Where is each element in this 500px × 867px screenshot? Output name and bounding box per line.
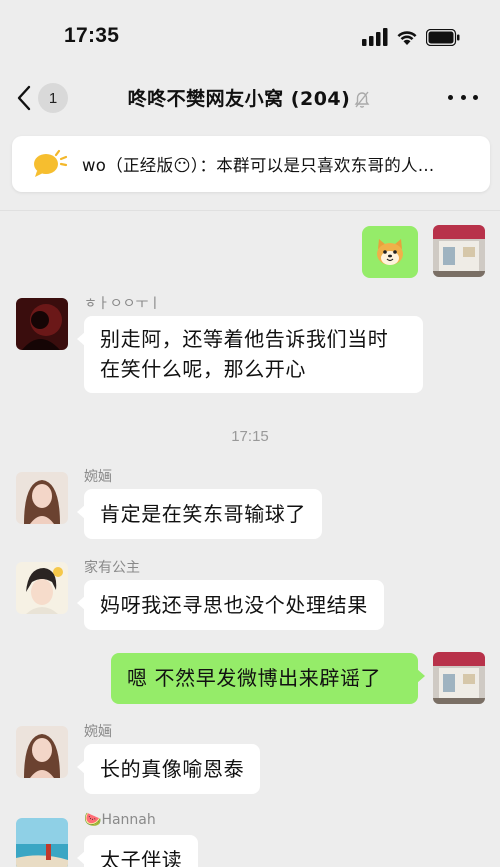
message-bubble[interactable]: 肯定是在笑东哥输球了 <box>77 489 322 539</box>
chat-title-text: 咚咚不樊网友小窝 (204) <box>127 88 351 110</box>
self-avatar[interactable] <box>433 225 485 277</box>
status-bar: 17:35 <box>0 0 500 70</box>
message-text-line: 在笑什么呢，那么开心 <box>100 357 306 381</box>
message-bubble[interactable]: 别走阿，还等着他告诉我们当时 在笑什么呢，那么开心 <box>77 316 423 393</box>
header-separator <box>0 210 500 211</box>
announcement-icon <box>34 149 68 177</box>
shop-photo-avatar-icon <box>433 225 485 277</box>
watermelon-icon: 🍉 <box>84 812 102 828</box>
beach-photo-avatar-icon <box>16 818 68 867</box>
sticker-bubble[interactable] <box>362 226 418 278</box>
woman-portrait-avatar-icon <box>16 726 68 778</box>
message-text-line: 别走阿，还等着他告诉我们当时 <box>100 327 389 351</box>
message-bubble[interactable]: 妈呀我还寻思也没个处理结果 <box>77 580 384 630</box>
chat-header: 1 咚咚不樊网友小窝 (204) <box>0 70 500 126</box>
woman-portrait-avatar-icon <box>16 472 68 524</box>
wifi-icon <box>397 30 417 45</box>
shiba-dog-sticker-icon <box>377 239 403 265</box>
signal-icon <box>362 28 388 46</box>
sender-name: 婉婳 <box>84 724 112 740</box>
chat-title: 咚咚不樊网友小窝 (204) <box>0 84 500 111</box>
battery-icon <box>426 28 460 46</box>
member-avatar[interactable] <box>16 818 68 867</box>
more-dot-icon <box>448 94 453 100</box>
sender-name: 家有公主 <box>84 560 140 576</box>
timestamp: 17:15 <box>231 428 269 445</box>
more-dot-icon <box>473 94 478 100</box>
silhouette-avatar-icon <box>16 298 68 350</box>
sender-name: 婉婳 <box>84 469 112 485</box>
member-avatar[interactable] <box>16 726 68 778</box>
member-avatar[interactable] <box>16 562 68 614</box>
self-avatar[interactable] <box>433 652 485 704</box>
sender-name-text: Hannah <box>101 812 156 828</box>
pinned-announcement[interactable]: wo（正经版😶）：本群可以是只喜欢东哥的人... <box>12 136 490 192</box>
status-icons <box>362 26 460 48</box>
shop-photo-avatar-icon <box>433 652 485 704</box>
message-bubble[interactable]: 长的真像喻恩泰 <box>76 744 261 794</box>
more-options-button[interactable] <box>448 84 478 110</box>
cartoon-prince-avatar-icon <box>16 562 68 614</box>
member-avatar[interactable] <box>16 298 68 350</box>
message-bubble[interactable]: 嗯 不然早发微博出来辟谣了 <box>111 653 425 704</box>
sender-name: ㅎㅏㅇㅇㅜㅣ <box>84 296 162 312</box>
sender-name: 🍉Hannah <box>84 812 156 828</box>
announcement-text: wo（正经版😶）：本群可以是只喜欢东哥的人... <box>82 156 435 175</box>
status-time: 17:35 <box>64 24 120 47</box>
more-dot-icon <box>460 94 466 100</box>
mute-bell-icon <box>354 91 370 108</box>
member-avatar[interactable] <box>16 472 68 524</box>
message-bubble[interactable]: 太子伴读 <box>76 835 199 867</box>
